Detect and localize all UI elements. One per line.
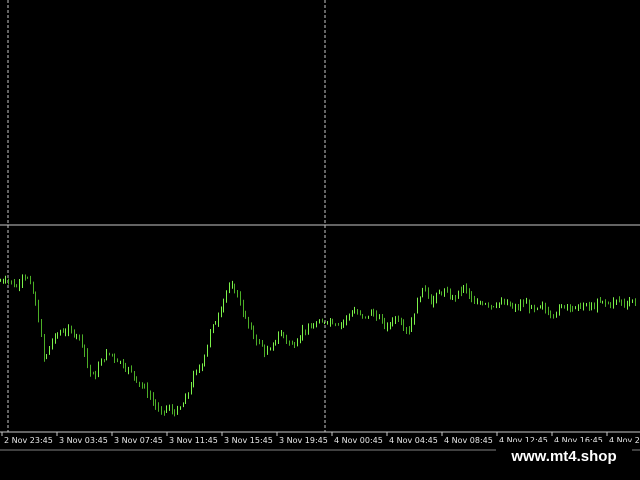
time-tick-label: 3 Nov 19:45 xyxy=(279,436,328,445)
watermark: www.mt4.shop xyxy=(496,442,632,472)
time-tick-label: 3 Nov 03:45 xyxy=(59,436,108,445)
time-tick-label: 3 Nov 11:45 xyxy=(169,436,218,445)
time-tick-label: 4 Nov 00:45 xyxy=(334,436,383,445)
chart-background xyxy=(0,0,640,480)
price-chart[interactable]: 2 Nov 23:45 3 Nov 03:45 3 Nov 07:45 3 Nov 1… xyxy=(0,0,640,480)
time-tick-label: 2 Nov 23:45 xyxy=(4,436,53,445)
time-tick-label: 4 Nov 04:45 xyxy=(389,436,438,445)
time-tick-label: 3 Nov 15:45 xyxy=(224,436,273,445)
chart-window[interactable]: 2 Nov 23:45 3 Nov 03:45 3 Nov 07:45 3 Nov 1… xyxy=(0,0,640,480)
time-tick-label: 3 Nov 07:45 xyxy=(114,436,163,445)
time-tick-label: 4 Nov 08:45 xyxy=(444,436,493,445)
